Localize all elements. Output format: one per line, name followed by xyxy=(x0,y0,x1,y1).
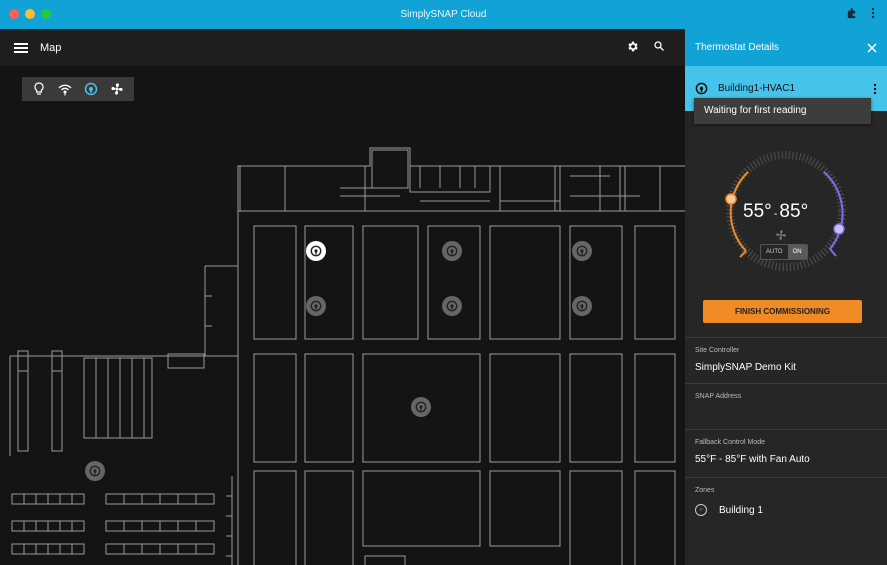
gear-icon[interactable] xyxy=(626,40,639,53)
puzzle-extension-icon[interactable] xyxy=(846,7,857,19)
thermostat-marker[interactable] xyxy=(442,296,462,316)
wireless-sensor-icon[interactable] xyxy=(55,79,75,99)
site-controller-section: Site Controller SimplySNAP Demo Kit xyxy=(685,337,887,383)
snap-address-label: SNAP Address xyxy=(695,393,742,400)
thermostat-marker[interactable] xyxy=(442,241,462,261)
thermostat-marker[interactable] xyxy=(411,397,431,417)
fan-icon[interactable] xyxy=(107,79,127,99)
device-filter-toolbar xyxy=(22,77,134,101)
fan-auto-option[interactable]: AUTO xyxy=(761,245,788,259)
page-title: Map xyxy=(40,41,62,54)
heat-setpoint: 55 xyxy=(743,201,765,222)
titlebar-actions xyxy=(846,7,875,19)
fallback-mode-value: 55°F - 85°F with Fan Auto xyxy=(695,454,810,465)
degree-symbol: ° xyxy=(764,201,772,222)
fan-on-option[interactable]: ON xyxy=(787,245,807,259)
setpoint-separator: - xyxy=(773,208,778,220)
fallback-mode-section: Fallback Control Mode 55°F - 85°F with F… xyxy=(685,429,887,477)
zones-section: Zones ○ Building 1 xyxy=(685,477,887,565)
thermostat-marker[interactable] xyxy=(85,461,105,481)
degree-symbol: ° xyxy=(800,201,809,222)
close-window-button[interactable] xyxy=(9,9,19,19)
zone-icon: ○ xyxy=(695,504,707,516)
thermostat-marker[interactable] xyxy=(572,296,592,316)
close-icon[interactable] xyxy=(867,42,877,53)
setpoint-readout: 55° -85° xyxy=(743,201,808,223)
panel-title: Thermostat Details xyxy=(695,42,779,53)
appbar-actions xyxy=(626,40,665,53)
fallback-mode-label: Fallback Control Mode xyxy=(695,439,766,446)
setpoint-dial: 55° -85° AUTO ON xyxy=(685,149,887,279)
floor-plan-map[interactable] xyxy=(0,66,685,565)
site-controller-label: Site Controller xyxy=(695,347,740,354)
hamburger-menu-icon[interactable] xyxy=(14,42,28,53)
cool-setpoint: 85 xyxy=(779,201,801,222)
minimize-window-button[interactable] xyxy=(25,9,35,19)
more-vert-icon[interactable] xyxy=(873,83,877,95)
status-tooltip: Waiting for first reading xyxy=(694,98,871,124)
panel-header: Thermostat Details xyxy=(685,29,887,66)
window-controls xyxy=(9,9,51,19)
zone-list-item[interactable]: ○ Building 1 xyxy=(695,504,877,516)
thermostat-marker[interactable] xyxy=(306,296,326,316)
maximize-window-button[interactable] xyxy=(41,9,51,19)
zones-label: Zones xyxy=(695,487,715,494)
thermostat-icon xyxy=(695,82,708,95)
thermostat-marker-selected[interactable] xyxy=(306,241,326,261)
window-title: SimplySNAP Cloud xyxy=(400,9,487,20)
snap-address-section: SNAP Address xyxy=(685,383,887,429)
more-vert-icon[interactable] xyxy=(871,7,875,19)
thermostat-marker[interactable] xyxy=(572,241,592,261)
site-controller-value: SimplySNAP Demo Kit xyxy=(695,362,796,373)
app-bar: Map xyxy=(0,29,685,66)
zone-name: Building 1 xyxy=(719,504,763,516)
window-titlebar: SimplySNAP Cloud xyxy=(0,0,887,29)
finish-commissioning-button[interactable]: FINISH COMMISSIONING xyxy=(703,300,862,323)
lightbulb-icon[interactable] xyxy=(29,79,49,99)
fan-mode-toggle: AUTO ON xyxy=(760,244,808,260)
search-icon[interactable] xyxy=(653,40,665,52)
thermostat-icon[interactable] xyxy=(81,79,101,99)
device-name: Building1-HVAC1 xyxy=(718,83,796,94)
